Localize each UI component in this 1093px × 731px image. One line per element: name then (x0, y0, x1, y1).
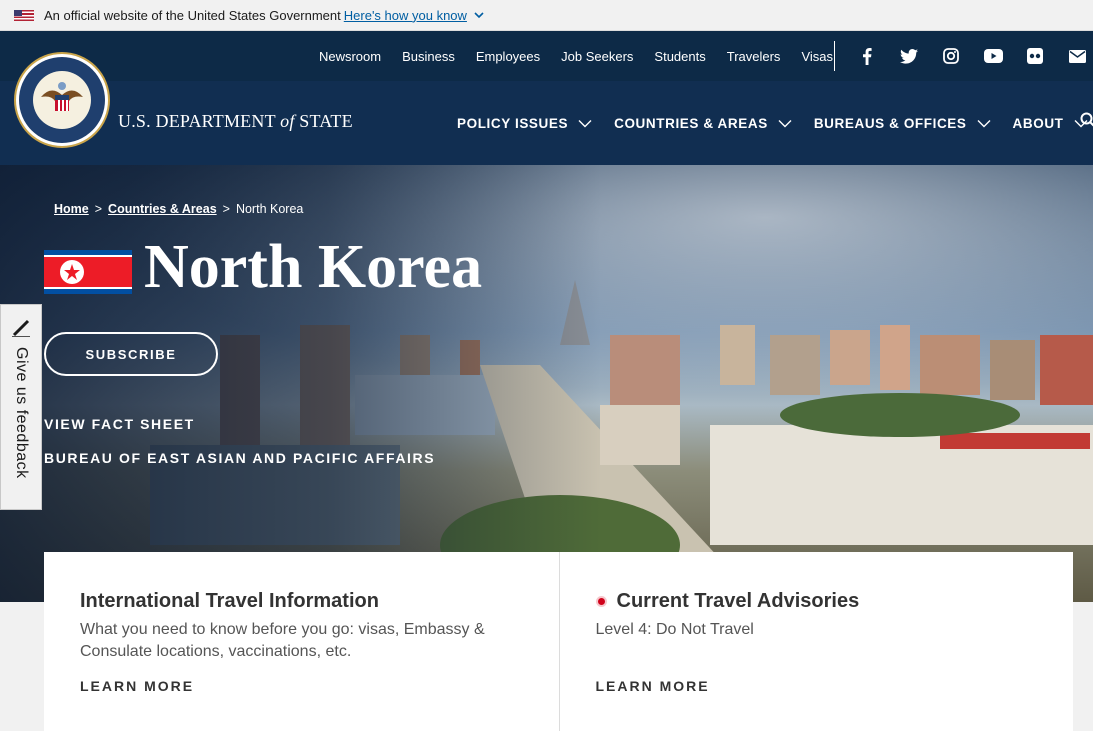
department-seal-logo[interactable] (14, 52, 110, 148)
chevron-down-icon (778, 119, 792, 127)
nav-label: BUREAUS & OFFICES (813, 115, 967, 131)
feedback-tab[interactable]: Give us feedback (0, 304, 42, 510)
nav-bureaus-offices[interactable]: BUREAUS & OFFICES (814, 116, 991, 131)
gov-banner-text: An official website of the United States… (44, 7, 341, 23)
card-title-text: International Travel Information (80, 590, 379, 612)
nav-policy-issues[interactable]: POLICY ISSUES (457, 116, 592, 131)
seal-ring (19, 57, 105, 143)
nav-visas[interactable]: Visas (801, 49, 833, 64)
card-description: What you need to know before you go: vis… (80, 621, 485, 660)
search-icon[interactable] (1080, 112, 1093, 128)
subscribe-button[interactable]: SUBSCRIBE (44, 332, 218, 376)
nav-job-seekers[interactable]: Job Seekers (561, 49, 633, 64)
chevron-down-icon[interactable] (473, 9, 485, 21)
gov-banner: An official website of the United States… (0, 0, 1093, 31)
north-korea-flag-icon (44, 250, 132, 294)
card-title-text: Current Travel Advisories (616, 590, 860, 612)
card-description: Level 4: Do Not Travel (595, 621, 754, 638)
agency-name-part: U.S. DEPARTMENT (118, 111, 281, 131)
breadcrumb-separator: > (94, 202, 103, 216)
breadcrumb: Home > Countries & Areas > North Korea (54, 202, 303, 216)
pencil-icon (12, 319, 30, 337)
nav-newsroom[interactable]: Newsroom (319, 49, 381, 64)
chevron-down-icon (578, 119, 592, 127)
hero-banner (0, 165, 1093, 602)
eagle-emblem-icon (33, 71, 91, 129)
nav-label: POLICY ISSUES (457, 115, 569, 131)
social-links (857, 31, 1087, 81)
heres-how-you-know-link[interactable]: Here's how you know (344, 8, 467, 23)
agency-name-part: STATE (294, 111, 353, 131)
instagram-icon[interactable] (941, 46, 961, 66)
nav-business[interactable]: Business (402, 49, 455, 64)
nav-about[interactable]: ABOUT (1013, 116, 1088, 131)
learn-more-link[interactable]: LEARN MORE (80, 678, 194, 694)
breadcrumb-home[interactable]: Home (54, 202, 89, 216)
utility-nav: Newsroom Business Employees Job Seekers … (319, 31, 833, 81)
chevron-down-icon (977, 119, 991, 127)
view-fact-sheet-link[interactable]: VIEW FACT SHEET (44, 416, 195, 432)
agency-name[interactable]: U.S. DEPARTMENT of STATE (118, 111, 353, 132)
info-cards: International Travel Information What yo… (44, 552, 1073, 731)
nav-label: COUNTRIES & AREAS (614, 115, 768, 131)
feedback-label: Give us feedback (13, 347, 30, 479)
utility-bar: Newsroom Business Employees Job Seekers … (0, 31, 1093, 81)
agency-name-of: of (280, 111, 295, 131)
youtube-icon[interactable] (983, 46, 1003, 66)
hero-overlay (0, 165, 1093, 602)
nav-label: ABOUT (1012, 115, 1064, 131)
nav-countries-areas[interactable]: COUNTRIES & AREAS (614, 116, 792, 131)
breadcrumb-separator: > (222, 202, 230, 216)
bureau-link[interactable]: BUREAU OF EAST ASIAN AND PACIFIC AFFAIRS (44, 450, 435, 466)
card-travel-advisories: Current Travel Advisories Level 4: Do No… (558, 552, 1074, 731)
breadcrumb-countries-areas[interactable]: Countries & Areas (108, 202, 217, 216)
nav-students[interactable]: Students (654, 49, 705, 64)
nav-travelers[interactable]: Travelers (727, 49, 781, 64)
card-travel-information: International Travel Information What yo… (44, 552, 559, 731)
us-flag-icon (14, 9, 34, 21)
email-icon[interactable] (1067, 46, 1087, 66)
page-title: North Korea (144, 233, 483, 301)
facebook-icon[interactable] (857, 46, 877, 66)
learn-more-link[interactable]: LEARN MORE (596, 678, 710, 694)
twitter-icon[interactable] (899, 46, 919, 66)
utility-divider (834, 41, 835, 71)
advisory-level-dot-icon (595, 596, 607, 607)
main-nav: POLICY ISSUES COUNTRIES & AREAS BUREAUS … (457, 81, 1088, 165)
flickr-icon[interactable] (1025, 46, 1045, 66)
card-title: Current Travel Advisories (595, 590, 1038, 613)
breadcrumb-current: North Korea (235, 202, 304, 216)
nav-employees[interactable]: Employees (476, 49, 540, 64)
card-title: International Travel Information (80, 590, 523, 613)
